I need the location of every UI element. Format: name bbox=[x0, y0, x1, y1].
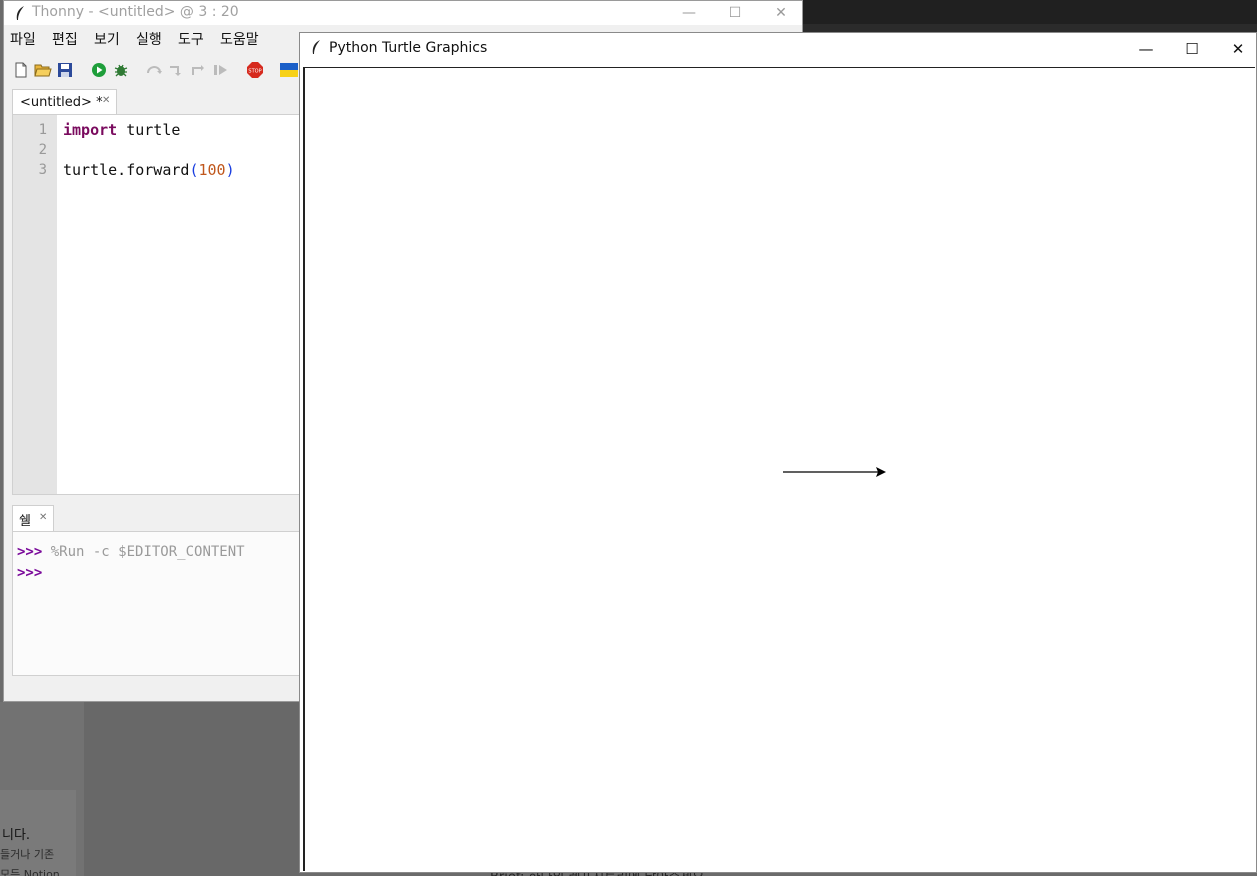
line-number: 3 bbox=[38, 162, 47, 178]
shell-command: %Run -c $EDITOR_CONTENT bbox=[42, 544, 245, 560]
step-into-icon[interactable] bbox=[168, 61, 186, 79]
resume-icon[interactable] bbox=[212, 61, 230, 79]
code-number: 100 bbox=[198, 161, 226, 179]
shell-prompt: >>> bbox=[17, 544, 43, 560]
save-icon[interactable] bbox=[56, 61, 74, 79]
new-file-icon[interactable] bbox=[12, 61, 30, 79]
thonny-titlebar[interactable]: Thonny - <untitled> @ 3 : 20 — ☐ ✕ bbox=[4, 1, 802, 25]
code-text: turtle.forward bbox=[63, 161, 190, 179]
menu-file[interactable]: 파일 bbox=[10, 29, 36, 49]
code-text: turtle bbox=[117, 121, 181, 139]
background-note-line: 니다. bbox=[2, 828, 31, 843]
feather-icon bbox=[310, 39, 322, 59]
step-out-icon[interactable] bbox=[190, 61, 208, 79]
background-note-line: 모든 Notion bbox=[0, 868, 60, 876]
run-icon[interactable] bbox=[90, 61, 108, 79]
code-editor[interactable]: 1 2 3 import turtle turtle.forward(100) bbox=[12, 114, 302, 495]
maximize-button[interactable]: ☐ bbox=[712, 1, 758, 25]
turtle-canvas[interactable] bbox=[303, 67, 1255, 871]
line-number-gutter: 1 2 3 bbox=[13, 115, 57, 494]
turtle-titlebar[interactable]: Python Turtle Graphics — ☐ ✕ bbox=[300, 33, 1256, 65]
shell-tab[interactable]: 쉘 ✕ bbox=[12, 505, 54, 531]
background-strip bbox=[84, 702, 300, 876]
menu-run[interactable]: 실행 bbox=[136, 29, 162, 49]
stop-icon[interactable]: STOP bbox=[246, 61, 264, 79]
window-title: Thonny - <untitled> @ 3 : 20 bbox=[32, 4, 239, 20]
step-over-icon[interactable] bbox=[146, 61, 164, 79]
maximize-button[interactable]: ☐ bbox=[1169, 33, 1215, 65]
code-paren: ) bbox=[225, 161, 235, 179]
line-number: 1 bbox=[38, 122, 47, 138]
code-line: import turtle bbox=[63, 121, 180, 139]
background-note: 니다. 들거나 기존 모든 Notion bbox=[0, 790, 76, 876]
close-tab-icon[interactable]: ✕ bbox=[102, 95, 110, 106]
menu-help[interactable]: 도움말 bbox=[220, 29, 259, 49]
debug-icon[interactable] bbox=[112, 61, 130, 79]
shell-line: >>> %Run -c $EDITOR_CONTENT bbox=[17, 544, 245, 560]
line-number: 2 bbox=[38, 142, 47, 158]
minimize-button[interactable]: — bbox=[666, 1, 712, 25]
shell-panel[interactable]: >>> %Run -c $EDITOR_CONTENT >>> bbox=[12, 531, 302, 676]
menu-view[interactable]: 보기 bbox=[94, 29, 120, 49]
code-line: turtle.forward(100) bbox=[63, 161, 235, 179]
background-taskbar bbox=[803, 0, 1257, 24]
turtle-window-title: Python Turtle Graphics bbox=[329, 40, 488, 56]
minimize-button[interactable]: — bbox=[1123, 33, 1169, 65]
editor-tab-label: <untitled> * bbox=[20, 95, 103, 110]
ukraine-flag-icon[interactable] bbox=[280, 61, 298, 79]
svg-text:STOP: STOP bbox=[248, 69, 261, 75]
menu-tools[interactable]: 도구 bbox=[178, 29, 204, 49]
turtle-window: Python Turtle Graphics — ☐ ✕ bbox=[299, 32, 1257, 873]
close-button[interactable]: ✕ bbox=[1215, 33, 1257, 65]
shell-tab-label: 쉘 bbox=[19, 514, 31, 529]
feather-icon bbox=[14, 5, 26, 25]
code-keyword: import bbox=[63, 121, 118, 139]
close-button[interactable]: ✕ bbox=[758, 1, 804, 25]
close-tab-icon[interactable]: ✕ bbox=[39, 512, 47, 523]
menu-edit[interactable]: 편집 bbox=[52, 29, 78, 49]
shell-line: >>> bbox=[17, 565, 42, 581]
shell-prompt: >>> bbox=[17, 565, 43, 581]
editor-tab[interactable]: <untitled> * ✕ bbox=[12, 89, 117, 114]
turtle-drawing bbox=[783, 467, 886, 477]
background-note-line: 들거나 기존 bbox=[0, 848, 55, 861]
open-folder-icon[interactable] bbox=[34, 61, 52, 79]
